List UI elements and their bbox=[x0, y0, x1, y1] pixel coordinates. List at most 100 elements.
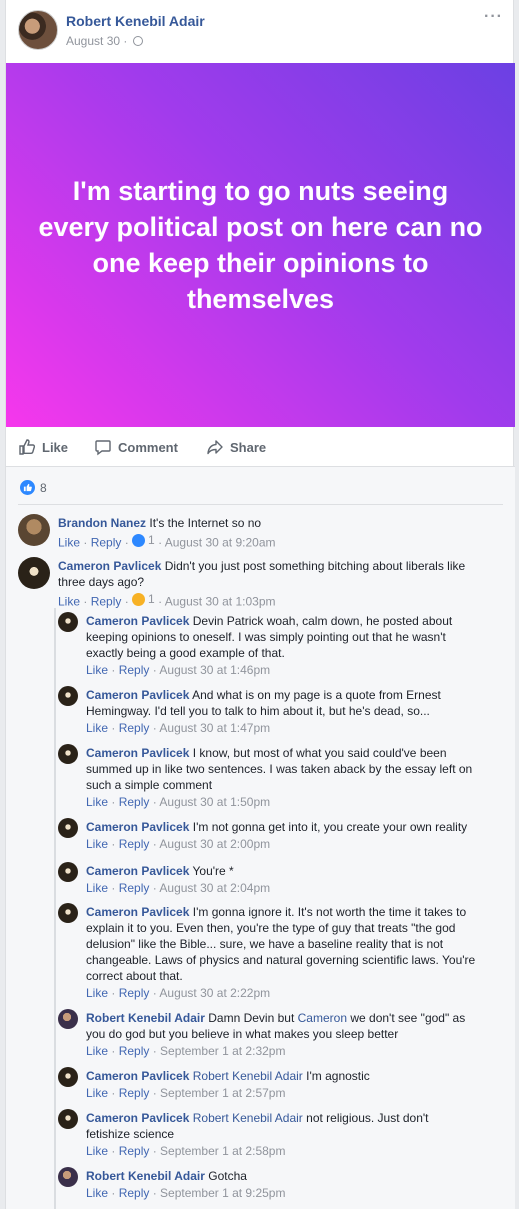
reply-time[interactable]: August 30 at 1:50pm bbox=[159, 795, 270, 809]
reply-author[interactable]: Cameron Pavlicek bbox=[86, 905, 189, 919]
reply-actions: Like · Reply · August 30 at 1:47pm bbox=[86, 721, 271, 735]
share-button[interactable]: Share bbox=[206, 427, 266, 467]
avatar[interactable] bbox=[18, 557, 50, 589]
comment-body: Brandon Nanez It's the Internet so no bbox=[58, 515, 498, 531]
reply-author[interactable]: Cameron Pavlicek bbox=[86, 864, 189, 878]
comment-time[interactable]: August 30 at 1:03pm bbox=[165, 595, 276, 609]
comment-reactions[interactable]: 1 bbox=[132, 592, 155, 606]
reply-reply-link[interactable]: Reply bbox=[119, 1144, 150, 1158]
mention-link[interactable]: Cameron bbox=[298, 1011, 347, 1025]
reply-item: Cameron Pavlicek Devin Patrick woah, cal… bbox=[58, 612, 508, 678]
avatar[interactable] bbox=[18, 514, 50, 546]
reply-like-link[interactable]: Like bbox=[86, 881, 108, 895]
reply-author[interactable]: Cameron Pavlicek bbox=[86, 1069, 189, 1083]
reply-item: Robert Kenebil Adair Gotcha Like · Reply… bbox=[58, 1167, 508, 1203]
comment-button[interactable]: Comment bbox=[94, 427, 178, 467]
reply-like-link[interactable]: Like bbox=[86, 1086, 108, 1100]
like-reaction-icon bbox=[20, 480, 35, 495]
avatar[interactable] bbox=[58, 686, 78, 706]
avatar[interactable] bbox=[58, 903, 78, 923]
comment-time[interactable]: August 30 at 9:20am bbox=[165, 536, 276, 550]
reply-author[interactable]: Robert Kenebil Adair bbox=[86, 1011, 205, 1025]
reply-reply-link[interactable]: Reply bbox=[119, 721, 150, 735]
reply-reply-link[interactable]: Reply bbox=[119, 1044, 150, 1058]
reply-body: Cameron Pavlicek Robert Kenebil Adair I'… bbox=[86, 1068, 486, 1084]
reply-reply-link[interactable]: Reply bbox=[119, 986, 150, 1000]
like-button[interactable]: Like bbox=[18, 427, 68, 467]
reply-time[interactable]: September 1 at 2:58pm bbox=[160, 1144, 285, 1158]
comments-section: 8 Brandon Nanez It's the Internet so no … bbox=[6, 467, 515, 1209]
reply-time[interactable]: August 30 at 2:04pm bbox=[159, 881, 270, 895]
reply-time[interactable]: August 30 at 2:00pm bbox=[159, 837, 270, 851]
reply-author[interactable]: Cameron Pavlicek bbox=[86, 688, 189, 702]
author-avatar[interactable] bbox=[18, 10, 58, 50]
reply-reply-link[interactable]: Reply bbox=[119, 837, 150, 851]
reaction-count: 8 bbox=[40, 480, 47, 495]
comment-reply-link[interactable]: Reply bbox=[91, 595, 122, 609]
reply-item: Robert Kenebil Adair Damn Devin but Came… bbox=[58, 1009, 508, 1059]
reply-time[interactable]: August 30 at 1:47pm bbox=[159, 721, 270, 735]
reply-reply-link[interactable]: Reply bbox=[119, 881, 150, 895]
reply-author[interactable]: Robert Kenebil Adair bbox=[86, 1169, 205, 1183]
reply-reply-link[interactable]: Reply bbox=[119, 663, 150, 677]
reply-text: You're * bbox=[192, 864, 234, 878]
comment-like-link[interactable]: Like bbox=[58, 595, 80, 609]
avatar[interactable] bbox=[58, 1067, 78, 1087]
divider bbox=[18, 504, 503, 505]
reply-like-link[interactable]: Like bbox=[86, 795, 108, 809]
post-date[interactable]: August 30 · bbox=[66, 34, 127, 48]
reply-time[interactable]: September 1 at 2:57pm bbox=[160, 1086, 285, 1100]
reply-like-link[interactable]: Like bbox=[86, 1186, 108, 1200]
post-header: Robert Kenebil Adair August 30 · ··· bbox=[6, 0, 513, 62]
reply-body: Cameron Pavlicek I know, but most of wha… bbox=[86, 745, 476, 793]
reply-reply-link[interactable]: Reply bbox=[119, 1086, 150, 1100]
reply-actions: Like · Reply · August 30 at 2:04pm bbox=[86, 881, 271, 895]
comment-author[interactable]: Brandon Nanez bbox=[58, 516, 146, 530]
status-banner: I'm starting to go nuts seeing every pol… bbox=[6, 63, 515, 427]
reply-author[interactable]: Cameron Pavlicek bbox=[86, 614, 189, 628]
comment-reply-link[interactable]: Reply bbox=[91, 536, 122, 550]
like-label: Like bbox=[42, 439, 69, 455]
reply-like-link[interactable]: Like bbox=[86, 663, 108, 677]
reply-author[interactable]: Cameron Pavlicek bbox=[86, 746, 189, 760]
comment-author[interactable]: Cameron Pavlicek bbox=[58, 559, 161, 573]
thumbs-up-icon bbox=[19, 439, 36, 455]
avatar[interactable] bbox=[58, 862, 78, 882]
reply-like-link[interactable]: Like bbox=[86, 1144, 108, 1158]
mention-link[interactable]: Robert Kenebil Adair bbox=[193, 1069, 303, 1083]
reply-author[interactable]: Cameron Pavlicek bbox=[86, 820, 189, 834]
reply-time[interactable]: September 1 at 9:25pm bbox=[160, 1186, 285, 1200]
reply-actions: Like · Reply · August 30 at 1:50pm bbox=[86, 795, 271, 809]
reply-time[interactable]: August 30 at 2:22pm bbox=[159, 986, 270, 1000]
avatar[interactable] bbox=[58, 1009, 78, 1029]
comment-reactions[interactable]: 1 bbox=[132, 533, 155, 547]
comment-body: Cameron Pavlicek Didn't you just post so… bbox=[58, 558, 478, 590]
reply-time[interactable]: August 30 at 1:46pm bbox=[159, 663, 270, 677]
reply-reply-link[interactable]: Reply bbox=[119, 1186, 150, 1200]
reply-reply-link[interactable]: Reply bbox=[119, 795, 150, 809]
reply-like-link[interactable]: Like bbox=[86, 986, 108, 1000]
comment-like-link[interactable]: Like bbox=[58, 536, 80, 550]
globe-icon[interactable] bbox=[132, 36, 143, 46]
comment-item: Cameron Pavlicek Didn't you just post so… bbox=[18, 557, 508, 609]
share-arrow-icon bbox=[207, 440, 223, 455]
avatar[interactable] bbox=[58, 1167, 78, 1187]
reply-body: Cameron Pavlicek And what is on my page … bbox=[86, 687, 476, 719]
reply-like-link[interactable]: Like bbox=[86, 837, 108, 851]
comment-actions: Like · Reply · 1 · August 30 at 1:03pm bbox=[58, 592, 276, 609]
reply-text: I'm agnostic bbox=[306, 1069, 370, 1083]
avatar[interactable] bbox=[58, 744, 78, 764]
reply-like-link[interactable]: Like bbox=[86, 1044, 108, 1058]
avatar[interactable] bbox=[58, 1109, 78, 1129]
avatar[interactable] bbox=[58, 818, 78, 838]
post-author-name[interactable]: Robert Kenebil Adair bbox=[66, 13, 205, 29]
reply-text: I'm not gonna get into it, you create yo… bbox=[192, 820, 468, 834]
mention-link[interactable]: Robert Kenebil Adair bbox=[193, 1111, 303, 1125]
reply-author[interactable]: Cameron Pavlicek bbox=[86, 1111, 189, 1125]
reaction-summary[interactable]: 8 bbox=[20, 480, 47, 495]
reply-actions: Like · Reply · August 30 at 1:46pm bbox=[86, 663, 271, 677]
reply-like-link[interactable]: Like bbox=[86, 721, 108, 735]
reply-time[interactable]: September 1 at 2:32pm bbox=[160, 1044, 285, 1058]
avatar[interactable] bbox=[58, 612, 78, 632]
more-options-icon[interactable]: ··· bbox=[484, 8, 503, 26]
